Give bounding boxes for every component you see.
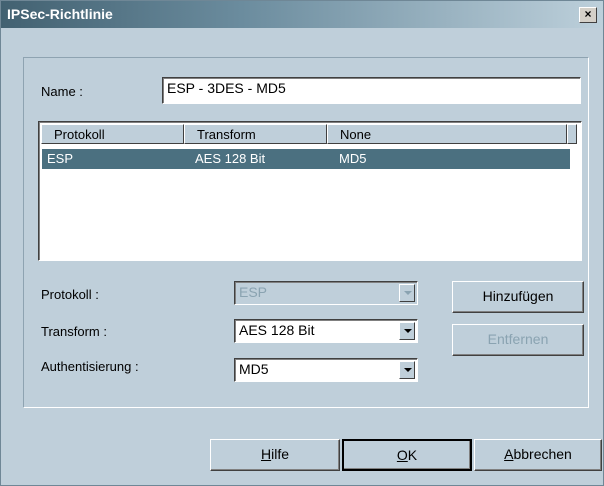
- column-header-filler: [567, 124, 577, 144]
- protokoll-label: Protokoll :: [41, 287, 99, 302]
- transform-label: Transform :: [41, 324, 107, 339]
- auth-value: MD5: [239, 361, 269, 377]
- dialog-window: IPSec-Richtlinie × Name : ESP - 3DES - M…: [0, 0, 604, 486]
- chevron-down-icon[interactable]: [399, 322, 415, 340]
- security-list[interactable]: Protokoll Transform None ESP AES 128 Bit…: [38, 121, 582, 261]
- cell-protokoll: ESP: [47, 151, 74, 166]
- transform-value: AES 128 Bit: [239, 322, 315, 338]
- chevron-down-icon[interactable]: [399, 361, 415, 379]
- window-title: IPSec-Richtlinie: [7, 6, 113, 22]
- name-label: Name :: [41, 84, 83, 99]
- ok-button[interactable]: OK: [342, 439, 472, 471]
- protokoll-value: ESP: [239, 284, 268, 300]
- column-header-none[interactable]: None: [327, 124, 567, 144]
- remove-button: Entfernen: [452, 324, 584, 356]
- help-mnemonic: H: [260, 446, 272, 462]
- column-header-protokoll[interactable]: Protokoll: [41, 124, 184, 144]
- protokoll-select: ESP: [234, 281, 418, 305]
- ok-label: K: [407, 447, 418, 463]
- cell-transform: AES 128 Bit: [195, 151, 266, 166]
- chevron-down-icon: [399, 284, 415, 302]
- column-header-transform[interactable]: Transform: [184, 124, 327, 144]
- name-field[interactable]: ESP - 3DES - MD5: [162, 77, 581, 104]
- help-button[interactable]: Hilfe: [210, 439, 340, 471]
- help-label: ilfe: [271, 446, 290, 462]
- cancel-button[interactable]: Abbrechen: [474, 439, 602, 471]
- auth-select[interactable]: MD5: [234, 358, 418, 382]
- table-row[interactable]: ESP AES 128 Bit MD5: [42, 149, 570, 169]
- add-button[interactable]: Hinzufügen: [452, 281, 584, 313]
- close-icon[interactable]: ×: [579, 7, 597, 23]
- ok-mnemonic: O: [396, 447, 408, 463]
- title-bar[interactable]: IPSec-Richtlinie ×: [1, 1, 603, 28]
- auth-label: Authentisierung :: [41, 359, 139, 374]
- cancel-label: bbrechen: [513, 446, 572, 462]
- cell-none: MD5: [339, 151, 367, 166]
- transform-select[interactable]: AES 128 Bit: [234, 319, 418, 343]
